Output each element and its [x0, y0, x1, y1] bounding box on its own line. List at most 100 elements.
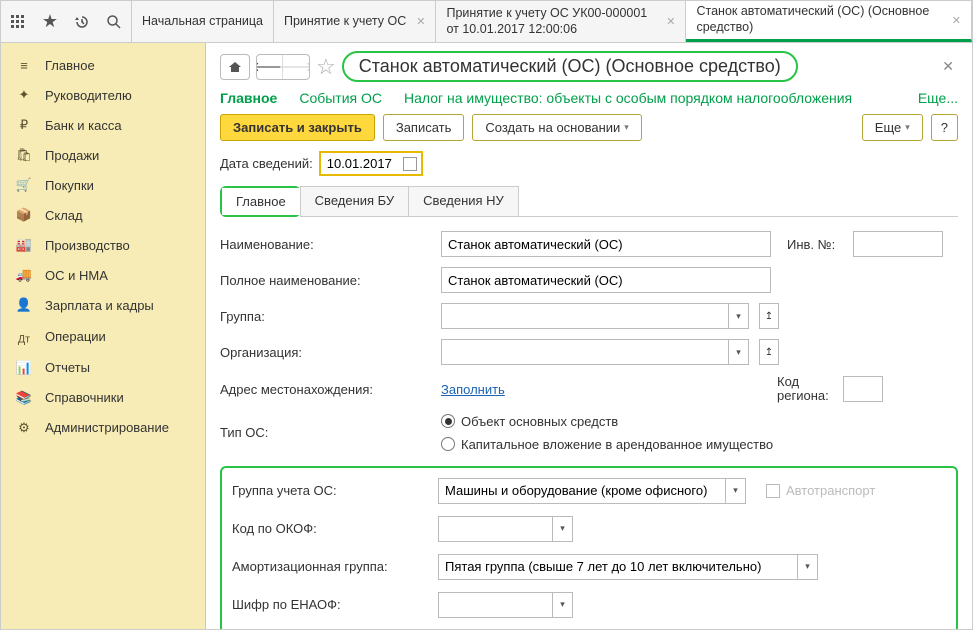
org-label: Организация:: [220, 345, 435, 360]
subtab-main[interactable]: Главное: [222, 188, 300, 215]
nav-more[interactable]: Еще...: [918, 90, 958, 106]
nav-tax[interactable]: Налог на имущество: объекты с особым пор…: [404, 90, 852, 106]
type-opt2[interactable]: Капитальное вложение в арендованное имущ…: [441, 437, 773, 452]
subtab-bu[interactable]: Сведения БУ: [300, 186, 410, 217]
help-button[interactable]: ?: [931, 114, 958, 141]
dropdown-icon[interactable]: ▾: [798, 554, 818, 580]
sidebar-item-os-nma[interactable]: 🚚ОС и НМА: [1, 260, 205, 290]
region-input[interactable]: [843, 376, 883, 402]
open-ref-icon[interactable]: ↥: [759, 303, 779, 329]
open-ref-icon[interactable]: ↥: [759, 339, 779, 365]
home-button[interactable]: [220, 54, 250, 80]
group-input[interactable]: [441, 303, 729, 329]
group-label: Группа:: [220, 309, 435, 324]
chevron-down-icon: ▾: [624, 122, 629, 133]
tab-doc2[interactable]: Принятие к учету ОС УК00-000001 от 10.01…: [436, 1, 686, 42]
form: Наименование: Инв. №: Полное наименовани…: [220, 231, 958, 629]
sidebar: ≡Главное ✦Руководителю ₽Банк и касса 🛍Пр…: [1, 43, 206, 629]
dropdown-icon[interactable]: ▾: [729, 339, 749, 365]
gear-icon: ⚙: [15, 420, 33, 436]
forward-button[interactable]: 🡒: [283, 55, 309, 79]
sidebar-item-bank[interactable]: ₽Банк и касса: [1, 110, 205, 140]
close-icon[interactable]: ✕: [416, 15, 425, 28]
inv-input[interactable]: [853, 231, 943, 257]
date-field-wrap: [319, 151, 423, 176]
sub-tabs: Главное Сведения БУ Сведения НУ: [220, 186, 958, 217]
section-nav: Главное События ОС Налог на имущество: о…: [220, 90, 958, 106]
nav-main[interactable]: Главное: [220, 90, 277, 106]
name-label: Наименование:: [220, 237, 435, 252]
sidebar-item-stock[interactable]: 📦Склад: [1, 200, 205, 230]
tab-doc1[interactable]: Принятие к учету ОС✕: [274, 1, 437, 42]
dropdown-icon[interactable]: ▾: [726, 478, 746, 504]
sidebar-item-operations[interactable]: ДтОперации: [1, 320, 205, 353]
enaof-input[interactable]: [438, 592, 553, 618]
tab-doc3-active[interactable]: Станок автоматический (ОС) (Основное сре…: [686, 1, 972, 42]
okof-label: Код по ОКОФ:: [232, 521, 432, 536]
org-input[interactable]: [441, 339, 729, 365]
type-opt1[interactable]: Объект основных средств: [441, 414, 773, 429]
close-panel-icon[interactable]: ✕: [938, 58, 958, 75]
sidebar-item-manager[interactable]: ✦Руководителю: [1, 80, 205, 110]
sidebar-item-admin[interactable]: ⚙Администрирование: [1, 413, 205, 443]
amort-label: Амортизационная группа:: [232, 559, 432, 574]
save-button[interactable]: Записать: [383, 114, 465, 141]
save-close-button[interactable]: Записать и закрыть: [220, 114, 375, 141]
sidebar-item-production[interactable]: 🏭Производство: [1, 230, 205, 260]
name-input[interactable]: [441, 231, 771, 257]
sidebar-item-references[interactable]: 📚Справочники: [1, 383, 205, 413]
chevron-down-icon: ▾: [905, 122, 910, 133]
address-label: Адрес местонахождения:: [220, 382, 435, 397]
subtab-nu[interactable]: Сведения НУ: [408, 186, 519, 217]
ledger-icon: Дт: [15, 327, 33, 346]
search-icon[interactable]: [105, 13, 123, 31]
amort-input[interactable]: [438, 554, 798, 580]
sidebar-item-sales[interactable]: 🛍Продажи: [1, 140, 205, 170]
sidebar-item-reports[interactable]: 📊Отчеты: [1, 353, 205, 383]
sidebar-item-purchases[interactable]: 🛒Покупки: [1, 170, 205, 200]
close-icon[interactable]: ✕: [666, 15, 675, 28]
header-row: 🡐 🡒 ☆ Станок автоматический (ОС) (Основн…: [220, 51, 958, 82]
sidebar-item-main[interactable]: ≡Главное: [1, 51, 205, 80]
tab-home-page[interactable]: Начальная страница: [132, 1, 274, 42]
more-button[interactable]: Еще ▾: [862, 114, 923, 141]
close-icon[interactable]: ✕: [952, 14, 961, 27]
sidebar-item-salary[interactable]: 👤Зарплата и кадры: [1, 290, 205, 320]
bag-icon: 🛍: [15, 147, 33, 163]
dropdown-icon[interactable]: ▾: [729, 303, 749, 329]
cart-icon: 🛒: [15, 177, 33, 193]
radio-icon: [441, 437, 455, 451]
person-icon: 👤: [15, 297, 33, 313]
radio-checked-icon: [441, 414, 455, 428]
top-bar: ★ Начальная страница Принятие к учету ОС…: [1, 1, 972, 43]
factory-icon: 🏭: [15, 237, 33, 253]
star-icon[interactable]: ★: [41, 13, 59, 31]
calendar-icon[interactable]: [403, 157, 417, 171]
box-icon: 📦: [15, 207, 33, 223]
dropdown-icon[interactable]: ▾: [553, 592, 573, 618]
full-name-input[interactable]: [441, 267, 771, 293]
enaof-label: Шифр по ЕНАОФ:: [232, 597, 432, 612]
nav-arrows: 🡐 🡒: [256, 54, 310, 80]
book-icon: 📚: [15, 390, 33, 406]
highlighted-panel: Группа учета ОС: ▾ Автотранспорт Код по …: [220, 466, 958, 629]
create-based-button[interactable]: Создать на основании ▾: [472, 114, 641, 141]
type-label: Тип ОС:: [220, 425, 435, 440]
favorite-star-icon[interactable]: ☆: [316, 54, 336, 80]
ruble-icon: ₽: [15, 117, 33, 133]
address-fill-link[interactable]: Заполнить: [441, 382, 751, 397]
page-title: Станок автоматический (ОС) (Основное сре…: [342, 51, 798, 82]
region-label: Код региона:: [777, 375, 837, 404]
dropdown-icon[interactable]: ▾: [553, 516, 573, 542]
report-icon: 📊: [15, 360, 33, 376]
nav-events[interactable]: События ОС: [299, 90, 382, 106]
date-row: Дата сведений:: [220, 151, 958, 176]
apps-icon[interactable]: [9, 13, 27, 31]
menu-icon: ≡: [15, 58, 33, 73]
date-input[interactable]: [325, 155, 397, 172]
window-tabs: Начальная страница Принятие к учету ОС✕ …: [132, 1, 972, 42]
chart-icon: ✦: [15, 87, 33, 103]
okof-input[interactable]: [438, 516, 553, 542]
history-icon[interactable]: [73, 13, 91, 31]
acct-group-input[interactable]: [438, 478, 726, 504]
